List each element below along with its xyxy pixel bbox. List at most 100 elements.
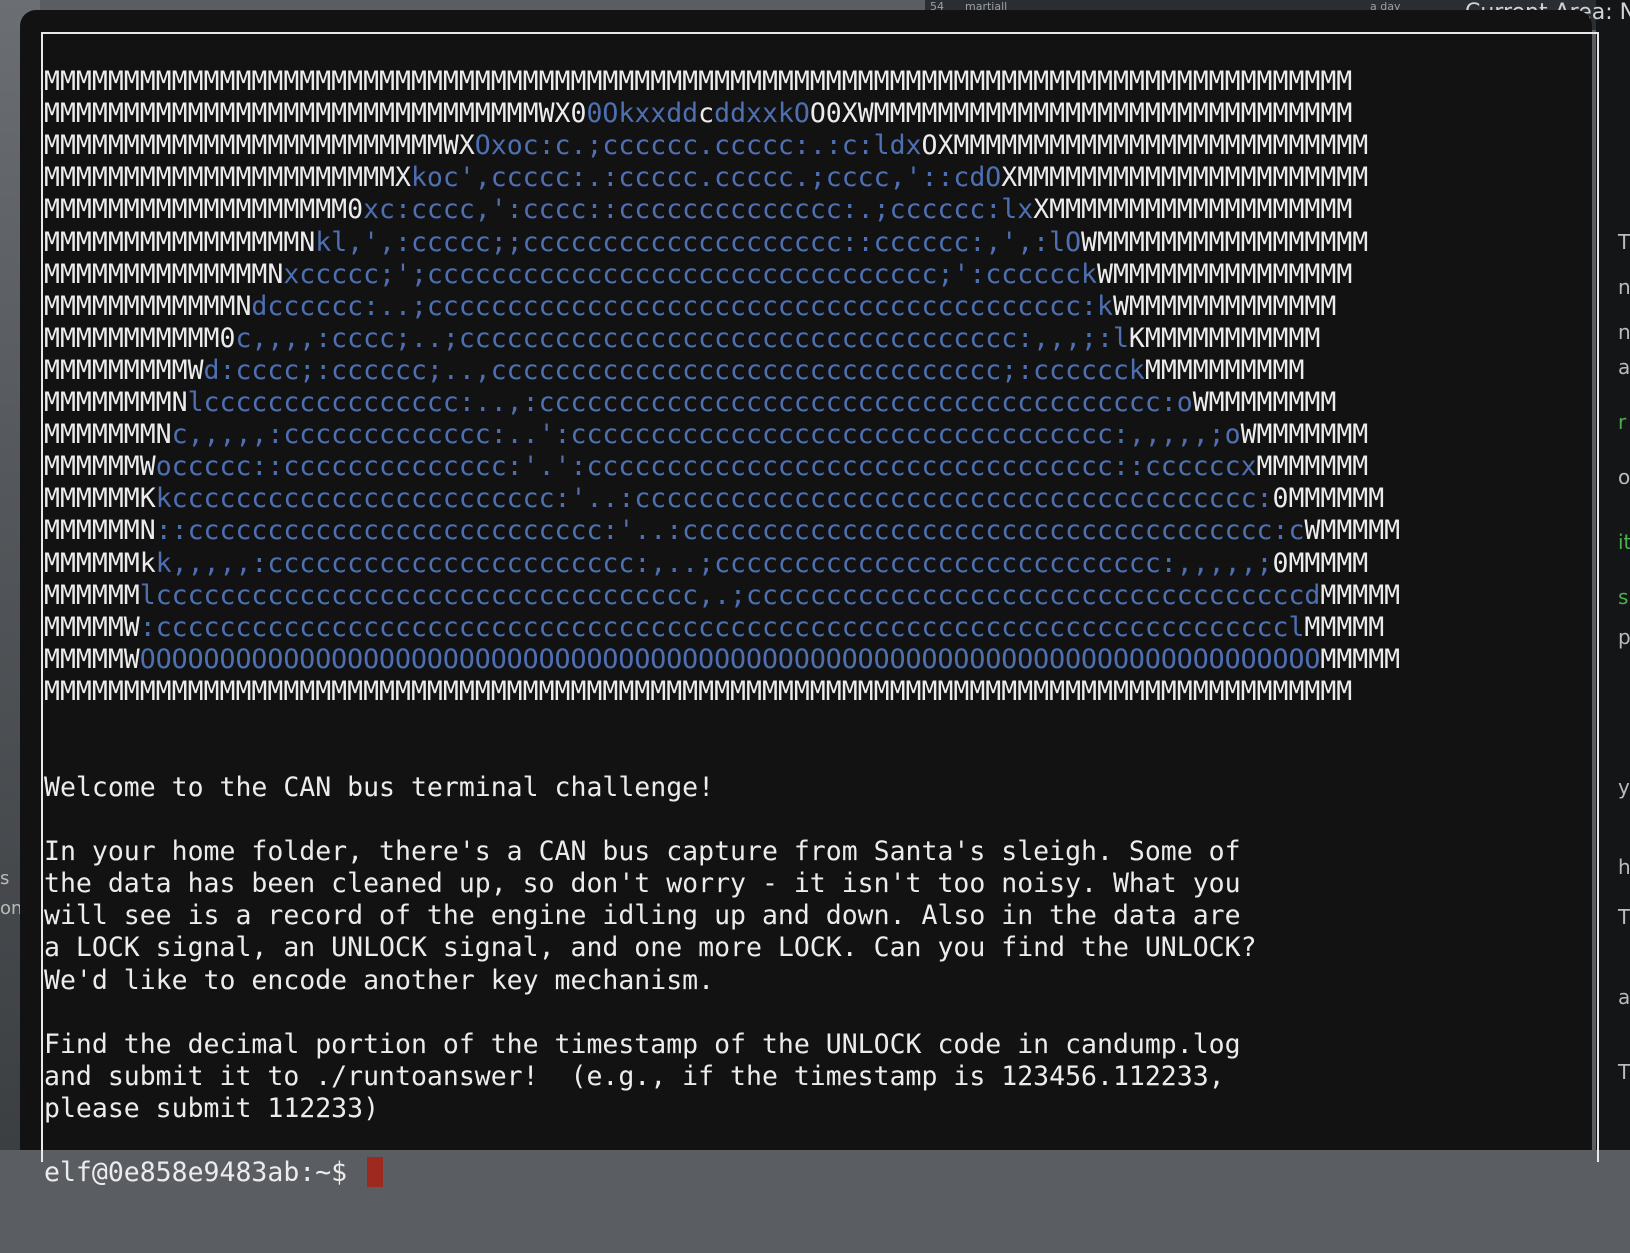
- ascii-art-blue-segment: lcccccccccccccccccccccccccccccccccc,.;cc…: [139, 579, 1321, 611]
- ascii-art-white-segment: MMMMMMMMMMMMMMMMMMM0: [44, 194, 364, 226]
- task-text: Find the decimal portion of the timestam…: [44, 1028, 1241, 1124]
- intro-text: In your home folder, there's a CAN bus c…: [44, 836, 1257, 996]
- ascii-art-line: MMMMMMMMMMMMMMMMMMM0xc:cccc,':cccc::cccc…: [44, 194, 1400, 226]
- ascii-art-white-segment: WMMMMMMM: [1240, 419, 1369, 451]
- ascii-art-blue-segment: kcccccccccccccccccccccccc:'..:cccccccccc…: [155, 483, 1273, 515]
- ascii-art-blue-segment: koc',ccccc:.:ccccc.ccccc.;cccc,'::cdO: [410, 162, 1002, 194]
- ascii-art-white-segment: MMMMMMMMMMMMMMMMN: [44, 226, 316, 258]
- ascii-art-blue-segment: xc:cccc,':cccc::cccccccccccccc:.;cccccc:…: [363, 194, 1034, 226]
- ascii-art-line: MMMMMMMMMMMMMMMMMMMMMMMMMMMMMMMWX00Okxxd…: [44, 98, 1400, 130]
- ascii-art-blue-segment: kl,',:ccccc;;cccccccccccccccccccc::ccccc…: [315, 226, 1082, 258]
- ascii-art-line: MMMMMMkk,,,,,:ccccccccccccccccccccccc:,.…: [44, 548, 1400, 580]
- ascii-art-line: MMMMMMWoccccc::cccccccccccccc:'.':cccccc…: [44, 451, 1400, 483]
- ascii-art-line: MMMMMMMMMMM0c,,,,:cccc;..;cccccccccccccc…: [44, 323, 1400, 355]
- ascii-art-white-segment: OXMMMMMMMMMMMMMMMMMMMMMMMMMM: [921, 130, 1369, 162]
- background-fragment: h: [1618, 855, 1630, 879]
- ascii-art-white-segment: MMMMMMMMMMMMMMMMMMMMMMMMMMMMMMMWX0: [44, 98, 587, 130]
- background-fragment: r: [1618, 410, 1627, 434]
- ascii-art-blue-segment: :ccccccccccccccccccccccccccccccccccccccc…: [139, 611, 1305, 643]
- ascii-art-white-segment: XMMMMMMMMMMMMMMMMMMM: [1033, 194, 1353, 226]
- background-app-right: [1596, 0, 1630, 1150]
- ascii-art-white-segment: WMMMMMMMMMMMMM: [1112, 290, 1337, 322]
- ascii-art-blue-segment: Oxoc:c.;cccccc.ccccc:.:c:ldx: [474, 130, 922, 162]
- ascii-art-line: MMMMMMMMMMMMMMMMMMMMMMMMMWXOxoc:c.;ccccc…: [44, 130, 1400, 162]
- ascii-art-white-segment: MMMMM: [1304, 611, 1385, 643]
- ascii-art-white-segment: MMMMMMMMN: [44, 387, 188, 419]
- welcome-text: Welcome to the CAN bus terminal challeng…: [44, 772, 715, 804]
- ascii-art-blue-segment: ddxxkO: [714, 98, 810, 130]
- ascii-art-white-segment: MMMMMMM: [1256, 451, 1369, 483]
- ascii-art-banner: MMMMMMMMMMMMMMMMMMMMMMMMMMMMMMMMMMMMMMMM…: [44, 66, 1400, 708]
- ascii-art-blue-segment: c,,,,:cccc;..;cccccccccccccccccccccccccc…: [235, 322, 1129, 354]
- background-fragment: o: [1618, 465, 1630, 489]
- ascii-art-white-segment: MMMMMMMMMW: [44, 354, 204, 386]
- ascii-art-white-segment: MMMMMMN: [44, 515, 156, 547]
- ascii-art-line: MMMMMMKkcccccccccccccccccccccccc:'..:ccc…: [44, 483, 1400, 515]
- background-fragment: n: [1618, 320, 1630, 344]
- ascii-art-white-segment: MMMMMMMMMMMMMMMMMMMMMMMMMWX: [44, 130, 475, 162]
- ascii-art-line: MMMMMMN::cccccccccccccccccccccccccc:'..:…: [44, 515, 1400, 547]
- ascii-art-white-segment: 0MMMMMM: [1272, 483, 1385, 515]
- ascii-art-blue-segment: dcccccc:..;ccccccccccccccccccccccccccccc…: [251, 290, 1113, 322]
- background-fragment: a: [1618, 355, 1630, 379]
- ascii-art-line: MMMMMWOOOOOOOOOOOOOOOOOOOOOOOOOOOOOOOOOO…: [44, 644, 1400, 676]
- ascii-art-white-segment: MMMMMMK: [44, 483, 156, 515]
- ascii-art-white-segment: XMMMMMMMMMMMMMMMMMMMMMM: [1001, 162, 1369, 194]
- ascii-art-blue-segment: lcccccccccccccccc:..,:cccccccccccccccccc…: [187, 387, 1193, 419]
- ascii-art-blue-segment: 0Okxxdd: [586, 98, 699, 130]
- background-fragment: y: [1618, 775, 1630, 799]
- ascii-art-line: MMMMMMMMMMMMMMMMMMMMMMMMMMMMMMMMMMMMMMMM…: [44, 66, 1400, 98]
- ascii-art-blue-segment: k,,,,,:ccccccccccccccccccccccc:,..;ccccc…: [155, 547, 1273, 579]
- shell-prompt: elf@0e858e9483ab:~$: [44, 1156, 364, 1188]
- ascii-art-line: MMMMMMMNc,,,,,:ccccccccccccc:..':ccccccc…: [44, 419, 1400, 451]
- ascii-art-line: MMMMMMMMMMMMNdcccccc:..;cccccccccccccccc…: [44, 291, 1400, 323]
- ascii-art-blue-segment: occccc::cccccccccccccc:'.':ccccccccccccc…: [155, 451, 1257, 483]
- background-fragment: ar: [1618, 985, 1630, 1009]
- ascii-art-white-segment: MMMMM: [1320, 643, 1401, 675]
- ascii-art-line: MMMMMW:ccccccccccccccccccccccccccccccccc…: [44, 612, 1400, 644]
- ascii-art-line: MMMMMMMMMMMMMMNxccccc;';cccccccccccccccc…: [44, 259, 1400, 291]
- ascii-art-blue-segment: c,,,,,:ccccccccccccc:..':ccccccccccccccc…: [171, 419, 1241, 451]
- terminal-screen[interactable]: MMMMMMMMMMMMMMMMMMMMMMMMMMMMMMMMMMMMMMMM…: [44, 34, 1400, 1253]
- ascii-art-white-segment: MMMMMMk: [44, 547, 156, 579]
- ascii-art-white-segment: MMMMMM: [44, 579, 140, 611]
- background-fragment: s: [1618, 585, 1629, 609]
- ascii-art-white-segment: WMMMMM: [1304, 515, 1401, 547]
- ascii-art-blue-segment: d:cccc;:cccccc;..,cccccccccccccccccccccc…: [203, 354, 1145, 386]
- background-fragment: T: [1618, 230, 1630, 254]
- ascii-art-white-segment: MMMMMMMMMMMMMMMMMMMMMMMMMMMMMMMMMMMMMMMM…: [44, 675, 1353, 707]
- ascii-art-white-segment: WMMMMMMMMMMMMMMM: [1097, 258, 1353, 290]
- background-fragment: n: [1618, 275, 1630, 299]
- ascii-art-line: MMMMMMlccccccccccccccccccccccccccccccccc…: [44, 580, 1400, 612]
- ascii-art-white-segment: MMMMMMMMMMMMMMMMMMMMMMX: [44, 162, 411, 194]
- ascii-art-white-segment: MMMMMW: [44, 611, 140, 643]
- background-fragment: s: [0, 868, 10, 889]
- terminal-cursor[interactable]: [367, 1156, 384, 1187]
- background-fragment: T: [1618, 905, 1630, 929]
- background-fragment: T: [1618, 1060, 1630, 1084]
- ascii-art-white-segment: MMMMMW: [44, 643, 140, 675]
- ascii-art-line: MMMMMMMMMWd:cccc;:cccccc;..,cccccccccccc…: [44, 355, 1400, 387]
- ascii-art-blue-segment: ::cccccccccccccccccccccccccc:'..:ccccccc…: [155, 515, 1305, 547]
- background-fragment: it: [1618, 530, 1630, 554]
- prompt-line[interactable]: elf@0e858e9483ab:~$: [44, 1156, 1400, 1189]
- terminal-window[interactable]: MMMMMMMMMMMMMMMMMMMMMMMMMMMMMMMMMMMMMMMM…: [20, 10, 1599, 1188]
- ascii-art-line: MMMMMMMMMMMMMMMMMMMMMMMMMMMMMMMMMMMMMMMM…: [44, 676, 1400, 708]
- ascii-art-white-segment: WMMMMMMMMMMMMMMMMM: [1081, 226, 1369, 258]
- ascii-art-blue-segment: xccccc;';ccccccccccccccccccccccccccccccc…: [283, 258, 1097, 290]
- ascii-art-white-segment: MMMMMMMMMMMMMMN: [44, 258, 284, 290]
- ascii-art-white-segment: MMMMMMW: [44, 451, 156, 483]
- ascii-art-line: MMMMMMMMMMMMMMMMMMMMMMXkoc',ccccc:.:cccc…: [44, 162, 1400, 194]
- ascii-art-blue-segment: OOOOOOOOOOOOOOOOOOOOOOOOOOOOOOOOOOOOOOOO…: [139, 643, 1321, 675]
- ascii-art-white-segment: O0XWMMMMMMMMMMMMMMMMMMMMMMMMMMMMMM: [809, 98, 1353, 130]
- ascii-art-white-segment: MMMMM: [1320, 579, 1401, 611]
- ascii-art-white-segment: MMMMMMMN: [44, 419, 172, 451]
- ascii-art-white-segment: MMMMMMMMMMMMMMMMMMMMMMMMMMMMMMMMMMMMMMMM…: [44, 66, 1353, 98]
- ascii-art-line: MMMMMMMMNlcccccccccccccccc:..,:ccccccccc…: [44, 387, 1400, 419]
- ascii-art-white-segment: MMMMMMMMMMM0: [44, 322, 236, 354]
- ascii-art-white-segment: KMMMMMMMMMMM: [1128, 322, 1321, 354]
- ascii-art-white-segment: c: [698, 98, 715, 130]
- ascii-art-white-segment: MMMMMMMMMM: [1144, 354, 1305, 386]
- background-fragment: p: [1618, 625, 1630, 649]
- ascii-art-line: MMMMMMMMMMMMMMMMNkl,',:ccccc;;cccccccccc…: [44, 227, 1400, 259]
